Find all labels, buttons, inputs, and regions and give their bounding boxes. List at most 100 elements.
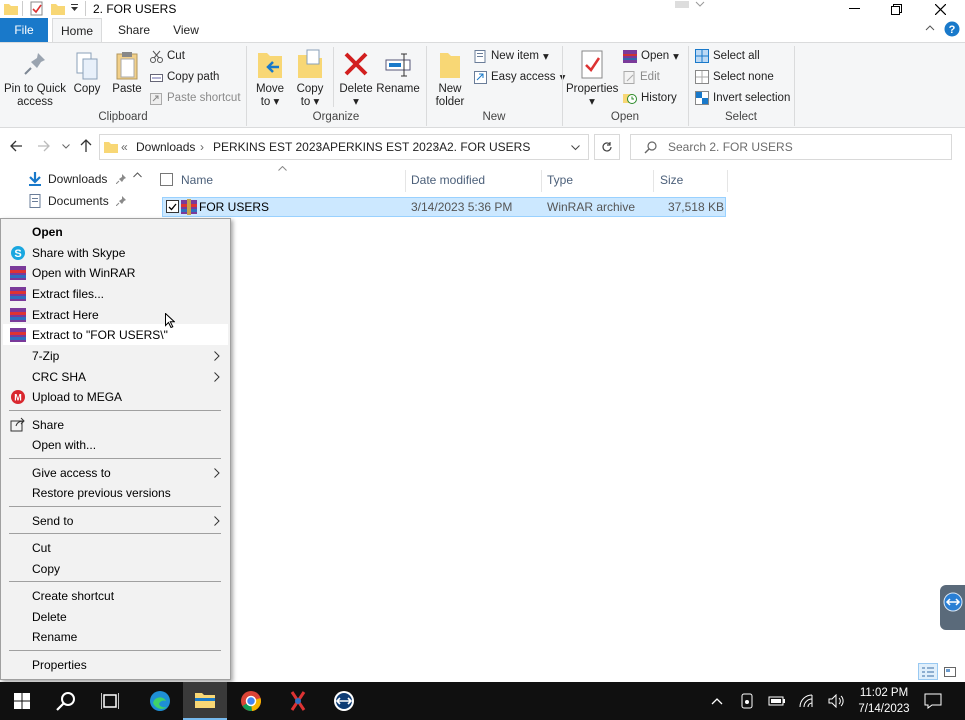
tray-battery-button[interactable]: [766, 682, 788, 720]
taskbar-search-button[interactable]: [44, 682, 88, 720]
edit-icon: [623, 70, 636, 84]
menu-item-extract-here[interactable]: Extract Here: [3, 304, 228, 325]
pin-to-quick-access-button[interactable]: Pin to Quick access: [4, 51, 66, 109]
menu-item-create-shortcut[interactable]: Create shortcut: [3, 585, 228, 606]
move-to-button[interactable]: Move to ▾: [252, 49, 288, 109]
menu-item-share[interactable]: Share: [3, 414, 228, 435]
address-bar[interactable]: « Downloads › PERKINS EST 2023A › PERKIN…: [99, 134, 589, 160]
column-header-size[interactable]: Size: [660, 170, 683, 190]
delete-x-icon: [343, 49, 369, 81]
minimize-button[interactable]: [835, 0, 873, 18]
taskbar-app-button[interactable]: [276, 682, 320, 720]
breadcrumb-for-users[interactable]: 2. FOR USERS: [447, 135, 530, 159]
menu-item-extract-files[interactable]: Extract files...: [3, 283, 228, 304]
new-folder-button[interactable]: New folder: [430, 49, 470, 109]
taskbar-file-explorer-button[interactable]: [183, 682, 227, 720]
file-date-modified: 3/14/2023 5:36 PM: [411, 200, 513, 214]
menu-item-restore-previous-versions[interactable]: Restore previous versions: [3, 482, 228, 503]
select-all-button[interactable]: Select all: [695, 47, 760, 65]
menu-item-share-with-skype[interactable]: S Share with Skype: [3, 242, 228, 263]
address-dropdown-chevron-icon[interactable]: [571, 145, 580, 151]
new-folder-quick-icon[interactable]: [51, 2, 65, 15]
teamviewer-side-tab[interactable]: [940, 585, 965, 630]
copy-button[interactable]: Copy: [70, 51, 104, 96]
copy-path-label: Copy path: [167, 71, 220, 83]
tray-device-button[interactable]: [736, 682, 758, 720]
tray-network-button[interactable]: [796, 682, 820, 720]
search-icon: [56, 691, 76, 711]
nav-item-downloads[interactable]: Downloads: [28, 168, 107, 190]
menu-item-properties[interactable]: Properties: [3, 654, 228, 675]
up-arrow-icon[interactable]: [80, 139, 92, 153]
back-arrow-icon[interactable]: [10, 140, 23, 152]
history-button[interactable]: History: [623, 89, 677, 107]
forward-arrow-icon[interactable]: [37, 140, 50, 152]
taskbar-edge-button[interactable]: [138, 682, 182, 720]
copy-path-button[interactable]: Copy path: [150, 68, 219, 86]
new-item-button[interactable]: New item ▾: [474, 47, 549, 65]
taskbar-clock[interactable]: 11:02 PM 7/14/2023: [848, 685, 920, 717]
menu-item-rename[interactable]: Rename: [3, 626, 228, 647]
delete-button[interactable]: Delete ▾: [336, 49, 376, 109]
menu-item-delete[interactable]: Delete: [3, 606, 228, 627]
breadcrumb-perkins-2[interactable]: PERKINS EST 2023A: [330, 135, 447, 159]
paste-shortcut-button[interactable]: Paste shortcut: [150, 89, 241, 107]
action-center-button[interactable]: [920, 682, 946, 720]
menu-item-crc-sha[interactable]: CRC SHA: [3, 366, 228, 387]
menu-item-open-with-winrar[interactable]: Open with WinRAR: [3, 262, 228, 283]
menu-item-copy[interactable]: Copy: [3, 558, 228, 579]
tab-view[interactable]: View: [162, 18, 210, 42]
tray-volume-button[interactable]: [826, 682, 848, 720]
nav-item-documents[interactable]: Documents: [28, 190, 109, 212]
file-row[interactable]: FOR USERS 3/14/2023 5:36 PM WinRAR archi…: [162, 197, 726, 217]
edit-button[interactable]: Edit: [623, 68, 660, 86]
select-none-button[interactable]: Select none: [695, 68, 774, 86]
close-button[interactable]: [921, 0, 959, 18]
properties-button[interactable]: Properties ▾: [566, 49, 618, 109]
restore-button[interactable]: [877, 0, 915, 18]
breadcrumb-downloads[interactable]: Downloads: [136, 135, 195, 159]
help-icon[interactable]: ?: [944, 21, 960, 37]
nav-scroll-up-icon[interactable]: [133, 172, 142, 178]
taskbar-chrome-button[interactable]: [229, 682, 273, 720]
task-view-button[interactable]: [88, 682, 132, 720]
taskbar-teamviewer-button[interactable]: [322, 682, 366, 720]
rename-button[interactable]: Rename: [376, 49, 420, 96]
menu-item-cut[interactable]: Cut: [3, 537, 228, 558]
refresh-button[interactable]: [594, 134, 620, 160]
details-view-icon[interactable]: [918, 663, 938, 680]
tab-file[interactable]: File: [0, 18, 48, 42]
large-icons-view-icon[interactable]: [940, 663, 960, 680]
tab-share[interactable]: Share: [108, 18, 160, 42]
menu-item-extract-to-folder[interactable]: Extract to "FOR USERS\": [3, 324, 228, 345]
properties-quick-icon[interactable]: [30, 1, 44, 16]
open-button[interactable]: Open ▾: [623, 47, 679, 65]
paste-button[interactable]: Paste: [110, 51, 144, 96]
column-header-type[interactable]: Type: [547, 170, 573, 190]
menu-item-send-to[interactable]: Send to: [3, 510, 228, 531]
column-header-name[interactable]: Name: [181, 170, 213, 190]
paste-icon: [115, 51, 139, 81]
menu-item-upload-to-mega[interactable]: M Upload to MEGA: [3, 386, 228, 407]
menu-item-7-zip[interactable]: 7-Zip: [3, 345, 228, 366]
easy-access-button[interactable]: Easy access▾: [474, 68, 565, 86]
menu-item-open[interactable]: Open: [3, 221, 228, 242]
recent-locations-chevron-icon[interactable]: [62, 144, 70, 149]
select-all-checkbox[interactable]: [160, 173, 173, 186]
column-header-date-modified[interactable]: Date modified: [411, 170, 485, 190]
invert-selection-icon: [695, 91, 709, 105]
cut-button[interactable]: Cut: [150, 47, 185, 65]
customize-toolbar-icon[interactable]: [70, 3, 79, 13]
start-button[interactable]: [0, 682, 44, 720]
invert-selection-button[interactable]: Invert selection: [695, 89, 790, 107]
breadcrumb-overflow[interactable]: «: [121, 135, 128, 159]
minimize-ribbon-icon[interactable]: [925, 24, 935, 32]
copy-to-button[interactable]: Copy to ▾: [292, 49, 328, 109]
tab-home[interactable]: Home: [52, 18, 102, 42]
menu-item-give-access-to[interactable]: Give access to: [3, 462, 228, 483]
search-box[interactable]: Search 2. FOR USERS: [630, 134, 952, 160]
breadcrumb-perkins-1[interactable]: PERKINS EST 2023A: [213, 135, 330, 159]
show-hidden-icons-button[interactable]: [706, 682, 728, 720]
menu-item-open-with[interactable]: Open with...: [3, 434, 228, 455]
row-checkbox[interactable]: [166, 200, 179, 213]
